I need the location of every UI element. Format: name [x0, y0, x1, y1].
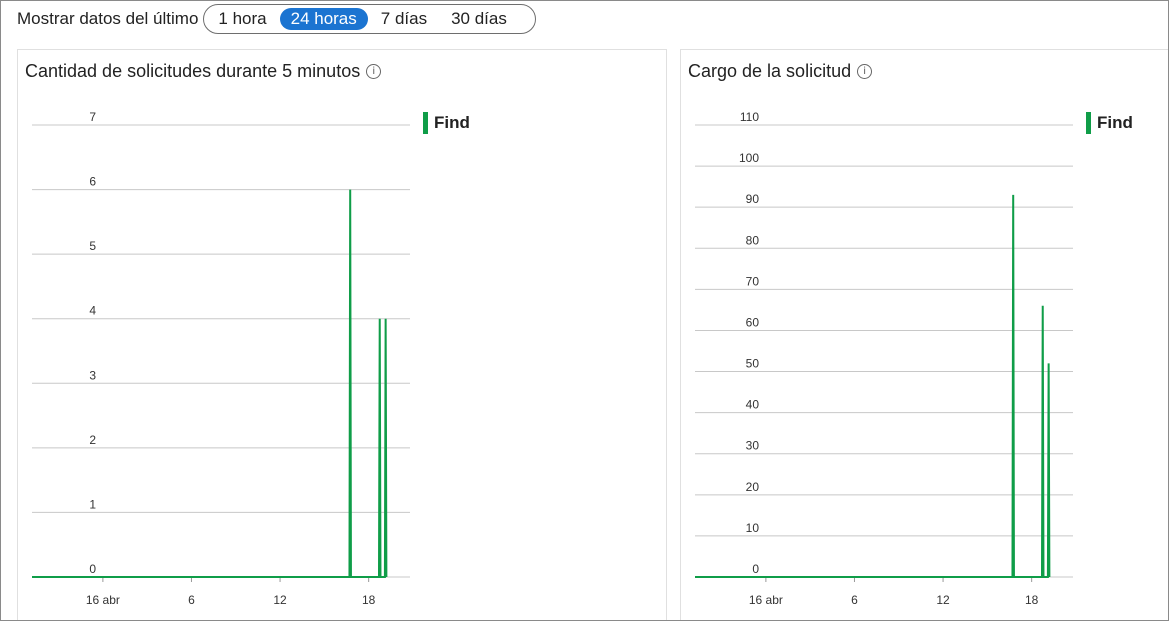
range-option-30-dias[interactable]: 30 días — [440, 8, 518, 30]
y-tick-label: 2 — [89, 433, 96, 447]
y-tick-label: 4 — [89, 304, 96, 318]
y-tick-label: 7 — [89, 110, 96, 124]
x-tick-label: 18 — [362, 593, 376, 607]
time-range-selector: Mostrar datos del último 1 hora 24 horas… — [17, 4, 536, 34]
y-tick-label: 0 — [89, 562, 96, 576]
x-tick-label: 12 — [936, 593, 950, 607]
y-tick-label: 5 — [89, 239, 96, 253]
y-tick-label: 3 — [89, 368, 96, 382]
x-tick-label: 6 — [851, 593, 858, 607]
x-tick-label: 18 — [1025, 593, 1039, 607]
request-charge-panel: Cargo de la solicitud i Find 0 10 20 30 40 50… — [680, 49, 1168, 620]
time-range-pill-group: 1 hora 24 horas 7 días 30 días — [203, 4, 536, 34]
y-tick-label: 10 — [746, 521, 760, 535]
y-tick-label: 6 — [89, 175, 96, 189]
x-tick-label: 16 abr — [86, 593, 120, 607]
y-tick-label: 30 — [746, 439, 760, 453]
range-option-7-dias[interactable]: 7 días — [370, 8, 438, 30]
y-tick-label: 50 — [746, 357, 760, 371]
range-option-1-hora[interactable]: 1 hora — [207, 8, 277, 30]
metrics-view: Mostrar datos del último 1 hora 24 horas… — [0, 0, 1169, 621]
request-count-panel: Cantidad de solicitudes durante 5 minuto… — [17, 49, 667, 620]
request-charge-chart: 0 10 20 30 40 50 60 70 80 90 100 110 16 abr 6 12 18 — [695, 110, 1073, 607]
series-line[interactable] — [695, 194, 1051, 578]
x-tick-label: 16 abr — [749, 593, 783, 607]
x-tick-label: 6 — [188, 593, 195, 607]
y-tick-label: 1 — [89, 497, 96, 511]
request-count-chart: 0123456716 abr 6 12 18 — [32, 110, 410, 607]
y-tick-label: 60 — [746, 315, 760, 329]
y-tick-label: 90 — [746, 192, 760, 206]
y-tick-label: 110 — [740, 110, 759, 124]
x-tick-label: 12 — [273, 593, 287, 607]
y-tick-label: 20 — [746, 480, 760, 494]
series-area — [695, 194, 1050, 577]
y-tick-label: 70 — [746, 274, 760, 288]
range-option-24-horas[interactable]: 24 horas — [279, 8, 368, 30]
time-range-label: Mostrar datos del último — [17, 9, 199, 28]
y-tick-label: 0 — [752, 562, 759, 576]
y-tick-label: 80 — [746, 233, 760, 247]
y-tick-label: 100 — [739, 151, 759, 165]
y-tick-label: 40 — [746, 398, 760, 412]
